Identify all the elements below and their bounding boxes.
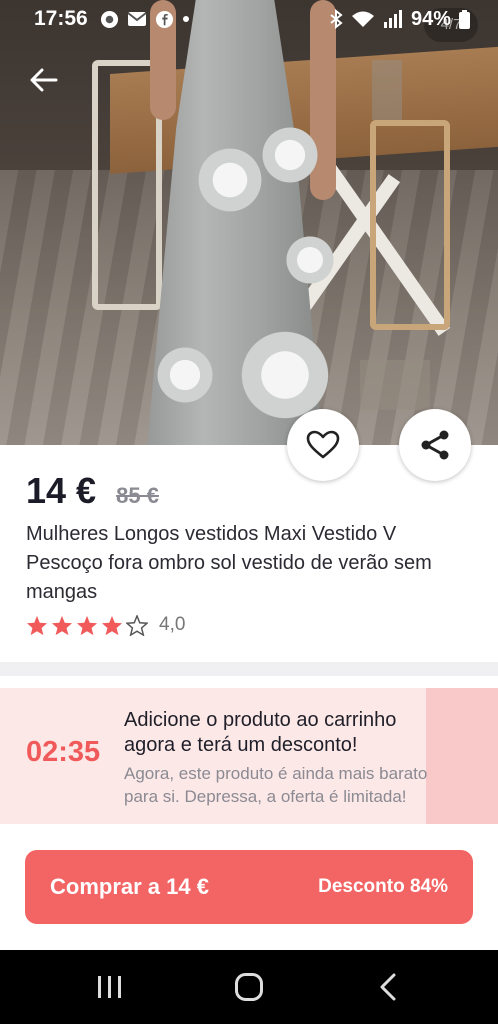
buy-button-discount: Desconto 84% bbox=[318, 876, 448, 897]
recent-apps-icon bbox=[96, 974, 124, 1000]
share-button[interactable] bbox=[399, 409, 471, 481]
star-filled-icon bbox=[51, 615, 73, 636]
wifi-icon bbox=[351, 10, 375, 28]
star-filled-icon bbox=[101, 615, 123, 636]
back-button[interactable] bbox=[24, 58, 64, 102]
system-indicators: 94% bbox=[329, 8, 470, 31]
star-filled-icon bbox=[76, 615, 98, 636]
photo-blur-patch bbox=[372, 60, 402, 120]
photo-blur-patch bbox=[360, 360, 430, 410]
dot-icon bbox=[182, 15, 190, 23]
product-title: Mulheres Longos vestidos Maxi Vestido V … bbox=[26, 523, 432, 603]
rating-value: 4,0 bbox=[159, 614, 186, 635]
favorite-button[interactable] bbox=[287, 409, 359, 481]
star-empty-icon bbox=[126, 614, 148, 636]
chrome-icon bbox=[100, 10, 119, 29]
battery-icon bbox=[459, 9, 470, 29]
product-rating: 4,0 bbox=[26, 614, 185, 636]
section-divider bbox=[0, 662, 498, 676]
discount-banner: 02:35 Adicione o produto ao carrinho ago… bbox=[0, 688, 498, 824]
chevron-left-icon bbox=[378, 972, 398, 1002]
home-button[interactable] bbox=[219, 962, 279, 1012]
product-image[interactable]: 4/7 bbox=[0, 0, 498, 445]
price-row: 14 € 85 € bbox=[26, 470, 159, 512]
buy-button-label: Comprar a 14 € bbox=[50, 874, 209, 899]
arrow-left-icon bbox=[30, 68, 58, 92]
buy-button[interactable]: Comprar a 14 € Desconto 84% bbox=[25, 850, 473, 924]
mail-icon bbox=[127, 11, 147, 27]
star-filled-icon bbox=[26, 615, 48, 636]
current-price: 14 € bbox=[26, 470, 97, 511]
countdown-timer: 02:35 bbox=[26, 736, 101, 768]
home-icon bbox=[234, 972, 264, 1002]
battery-percent: 94% bbox=[410, 7, 451, 30]
notification-icons bbox=[100, 10, 190, 29]
photo-flower bbox=[255, 120, 325, 190]
promo-headline: Adicione o produto ao carrinho agora e t… bbox=[124, 709, 397, 756]
photo-flower bbox=[150, 340, 220, 410]
signal-icon bbox=[383, 10, 403, 28]
promo-description: Agora, este produto é ainda mais barato … bbox=[124, 764, 428, 806]
photo-flower bbox=[280, 230, 340, 290]
bluetooth-icon bbox=[329, 9, 343, 29]
share-icon bbox=[419, 429, 451, 461]
status-time: 17:56 bbox=[34, 7, 88, 30]
facebook-icon bbox=[155, 10, 174, 29]
heart-icon bbox=[306, 430, 340, 460]
original-price: 85 € bbox=[116, 483, 159, 508]
back-nav-button[interactable] bbox=[358, 962, 418, 1012]
photo-chair bbox=[370, 120, 450, 330]
status-bar: 17:56 94% bbox=[0, 0, 498, 38]
recent-apps-button[interactable] bbox=[80, 962, 140, 1012]
system-navigation-bar bbox=[0, 950, 498, 1024]
